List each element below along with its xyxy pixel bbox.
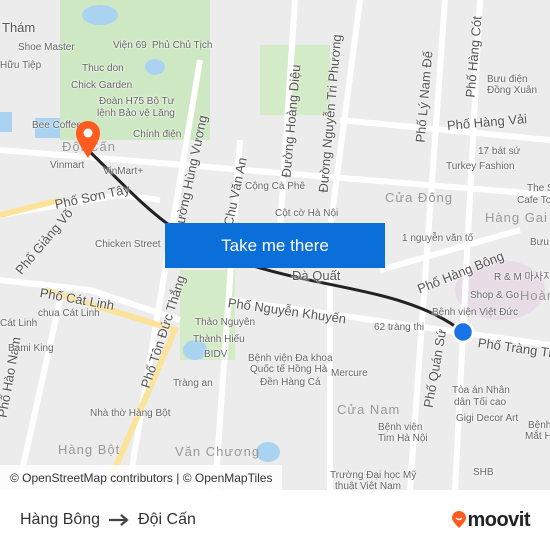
destination-name: Đội Cấn [138, 511, 196, 528]
place-label: chua Cát Linh [38, 308, 100, 319]
place-label: Cột cờ Hà Nội [275, 208, 339, 219]
place-label: dân Tối cao [454, 397, 507, 408]
place-label: Bami King [8, 343, 54, 354]
map[interactable]: Đội Cấn Cửa Đông Hàng Gai Hoàn Cửa Nam H… [0, 0, 550, 490]
place-label: R & M 마사지 [494, 272, 550, 283]
footer: Hàng Bông Đội Cấn moovit [0, 490, 550, 550]
origin-name: Hàng Bông [20, 511, 101, 528]
place-label: Đền Hàng Cá [260, 377, 321, 388]
place-label: Cát Linh [0, 318, 38, 329]
origin-marker-icon[interactable] [75, 120, 105, 160]
place-label: Tim Hà Nội [378, 433, 428, 444]
place-label: Viện 69 [113, 40, 147, 51]
district-label: Hàng Gai [485, 210, 548, 225]
place-label: Shoe Master [18, 42, 75, 53]
place-label: Mercure [331, 368, 368, 379]
street-label: Hữu Tiệp [0, 60, 42, 71]
place-label: 17 bát sứ [478, 146, 521, 157]
place-label: Shop & Go [470, 290, 519, 301]
place-label: The S [527, 183, 550, 194]
place-label: Thảo Nguyên [195, 317, 256, 328]
place-label: Bệnh viện [378, 422, 423, 433]
place-label: Chính điện [133, 129, 182, 140]
place-label: Gigi Decor Art [456, 413, 519, 424]
moovit-pin-icon [452, 511, 467, 528]
place-label: Chicken Street [95, 239, 161, 250]
place-label: Chick Garden [71, 80, 133, 91]
lake [145, 59, 165, 75]
place-label: Thuc don [82, 63, 124, 74]
lake [82, 5, 118, 25]
district-label: Hàng Bột [58, 442, 121, 457]
place-label: thuật Việt Nam [335, 481, 401, 490]
lake [0, 112, 12, 132]
map-attribution[interactable]: © OpenStreetMap contributors | © OpenMap… [0, 465, 283, 490]
place-label: Đoàn H75 Bộ Tư [99, 96, 175, 107]
moovit-wordmark: moovit [467, 508, 530, 531]
place-label: Tràng an [173, 378, 213, 389]
place-label: lệnh Bảo vệ Lăng [97, 108, 175, 119]
place-label: Bưu điện [487, 74, 528, 85]
destination-marker-icon[interactable] [451, 320, 475, 344]
place-label: Bệnh viện Việt Đức [432, 307, 519, 318]
place-label: Tòa án Nhân [452, 385, 510, 396]
route-title: Hàng Bông Đội Cấn [20, 511, 196, 529]
place-label: Cafe To [517, 195, 550, 206]
district-label: Cửa Nam [337, 402, 401, 417]
place-label: VinMart+ [103, 166, 144, 177]
place-label: Nhà thờ Hàng Bột [90, 408, 171, 419]
place-label: SHB [473, 467, 494, 478]
place-label: Trường Đại học Mỹ [330, 470, 417, 481]
place-label: Bệnh [528, 420, 550, 431]
place-label: Đồng Xuân [487, 85, 538, 96]
take-me-there-button[interactable]: Take me there [165, 223, 385, 268]
place-label: Mắt H [525, 431, 550, 442]
moovit-logo: moovit [451, 509, 530, 532]
place-label: Quốc tế Hồng Hà [250, 364, 328, 375]
place-label: Thành Hiếu [193, 334, 245, 345]
place-label: Cộng Cà Phê [245, 181, 306, 192]
street-label: Đà Quất [292, 268, 341, 283]
district-label: Hoàn [520, 288, 550, 303]
place-label: 1 nguyễn văn tố [402, 233, 474, 244]
place-label: Bệnh viện Đa khoa [248, 353, 333, 364]
district-label: Cửa Đông [385, 190, 454, 205]
place-label: Phủ Chủ Tịch [152, 40, 213, 51]
place-label: Bưu [530, 237, 549, 248]
street-label: Thám [2, 20, 36, 35]
place-label: 62 tràng thi [374, 322, 425, 333]
place-label: Turkey Fashion [446, 161, 515, 172]
district-label: Văn Chương [175, 444, 261, 459]
arrow-right-icon [109, 514, 129, 526]
place-label: BIDV [204, 349, 228, 360]
place-label: Vinmart [50, 160, 85, 171]
